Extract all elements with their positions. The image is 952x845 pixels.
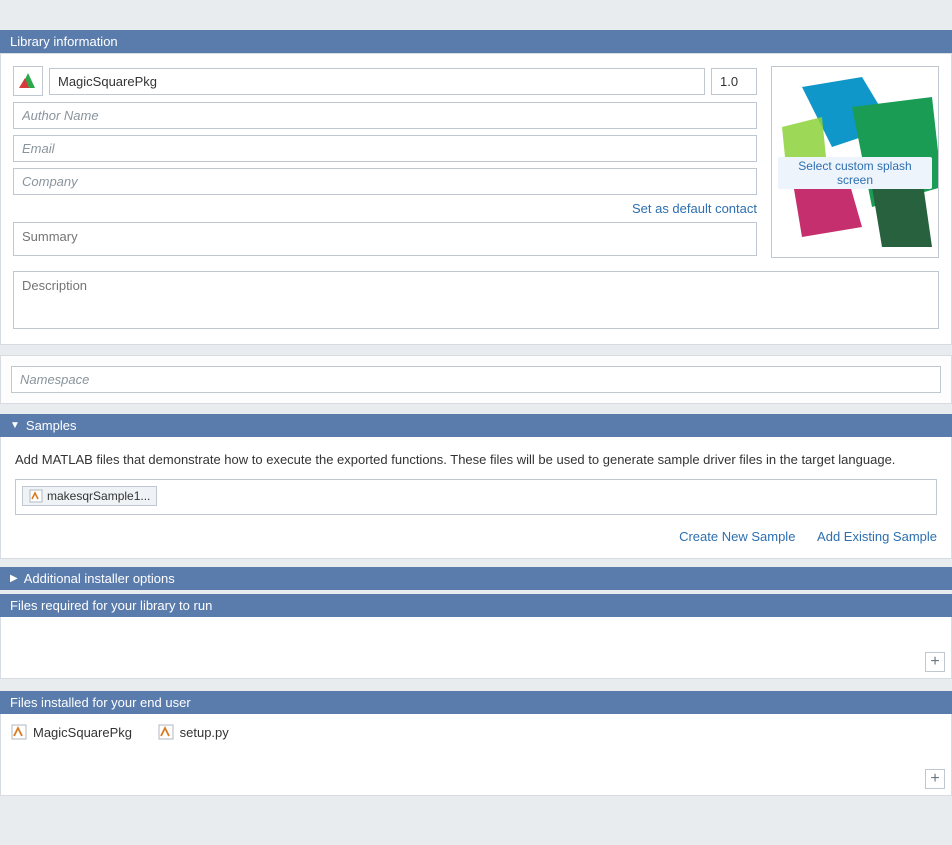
python-file-icon (158, 724, 174, 740)
installed-files-title: Files installed for your end user (10, 695, 191, 710)
add-existing-sample-link[interactable]: Add Existing Sample (817, 529, 937, 544)
email-input[interactable] (13, 135, 757, 162)
package-file-icon (11, 724, 27, 740)
installed-file-name: setup.py (180, 725, 229, 740)
installed-file-item[interactable]: setup.py (158, 724, 229, 740)
installed-file-item[interactable]: MagicSquarePkg (11, 724, 132, 740)
chevron-right-icon: ▶ (10, 573, 18, 584)
set-default-contact-link[interactable]: Set as default contact (632, 201, 757, 216)
required-files-title: Files required for your library to run (10, 598, 212, 613)
samples-title: Samples (26, 418, 77, 433)
matlab-file-icon (29, 489, 43, 503)
sample-file-chip[interactable]: makesqrSample1... (22, 486, 157, 506)
company-input[interactable] (13, 168, 757, 195)
installed-files-header: Files installed for your end user (0, 691, 952, 714)
description-textarea[interactable] (13, 271, 939, 329)
add-installed-file-button[interactable]: + (925, 769, 945, 789)
splash-screen-selector[interactable]: Select custom splash screen (771, 66, 939, 258)
additional-options-title: Additional installer options (24, 571, 175, 586)
additional-options-header[interactable]: ▶ Additional installer options (0, 567, 952, 590)
add-required-file-button[interactable]: + (925, 652, 945, 672)
sample-file-name: makesqrSample1... (47, 489, 150, 503)
installed-file-name: MagicSquarePkg (33, 725, 132, 740)
library-name-input[interactable] (49, 68, 705, 95)
app-icon[interactable] (13, 66, 43, 96)
samples-header[interactable]: ▼ Samples (0, 414, 952, 437)
installed-files-area[interactable]: MagicSquarePkg setup.py + (0, 714, 952, 796)
required-files-area[interactable]: + (0, 617, 952, 679)
summary-textarea[interactable] (13, 222, 757, 256)
create-new-sample-link[interactable]: Create New Sample (679, 529, 795, 544)
author-name-input[interactable] (13, 102, 757, 129)
samples-filebox[interactable]: makesqrSample1... (15, 479, 937, 515)
splash-label: Select custom splash screen (778, 157, 932, 189)
library-info-header: Library information (0, 30, 952, 53)
required-files-header: Files required for your library to run (0, 594, 952, 617)
samples-help-text: Add MATLAB files that demonstrate how to… (15, 451, 937, 469)
namespace-input[interactable] (11, 366, 941, 393)
version-input[interactable] (711, 68, 757, 95)
library-info-title: Library information (10, 34, 118, 49)
chevron-down-icon: ▼ (10, 420, 20, 431)
